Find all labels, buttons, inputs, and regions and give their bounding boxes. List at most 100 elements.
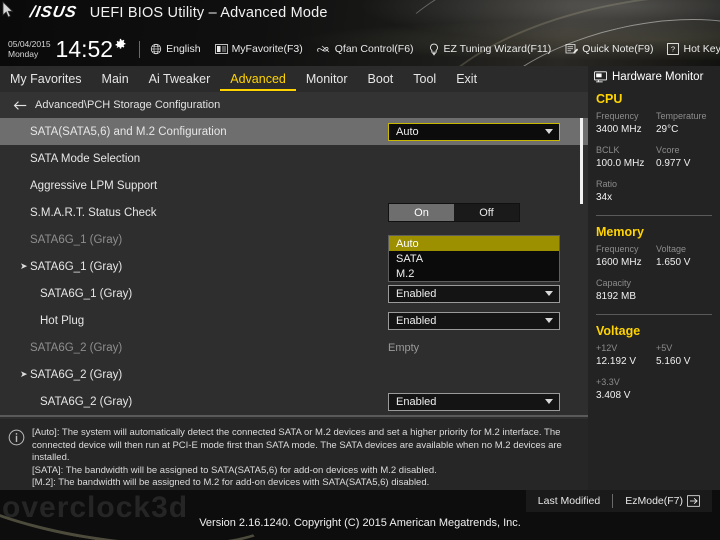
note-pencil-icon: [565, 44, 579, 54]
toolbar-divider: [139, 40, 141, 58]
setting-label: SATA Mode Selection: [30, 152, 141, 165]
setting-row-smart-status-check[interactable]: S.M.A.R.T. Status Check On Off: [0, 199, 588, 226]
page-title: UEFI BIOS Utility – Advanced Mode: [89, 5, 328, 21]
help-text: [Auto]: The system will automatically de…: [32, 419, 588, 490]
smart-toggle-wrap: On Off: [388, 203, 520, 222]
sata-m2-config-select[interactable]: Auto: [388, 122, 560, 141]
tab-advanced[interactable]: Advanced: [220, 67, 296, 91]
header-bar: /ISUS UEFI BIOS Utility – Advanced Mode …: [0, 0, 720, 66]
hw-key: Voltage: [656, 244, 687, 254]
dropdown-option-auto[interactable]: Auto: [389, 236, 559, 251]
last-modified-button[interactable]: Last Modified: [526, 490, 612, 512]
hw-value: 8192 MB: [596, 291, 637, 302]
dropdown-option-m2[interactable]: M.2: [389, 266, 559, 281]
weekday-text: Monday: [8, 49, 39, 59]
hw-key: +5V: [656, 343, 673, 353]
setting-label: SATA6G_2 (Gray): [30, 341, 123, 354]
help-line: [Auto]: The system will automatically de…: [32, 427, 561, 438]
version-text: Version 2.16.1240. Copyright (C) 2015 Am…: [199, 517, 521, 529]
hw-cell: BCLK 100.0 MHz: [596, 144, 656, 171]
toolbar-item-hot-keys[interactable]: ? Hot Keys: [667, 43, 720, 55]
setting-row-sata-m2-configuration[interactable]: SATA(SATA5,6) and M.2 Configuration Auto: [0, 118, 588, 145]
toolbar-item-quick-note[interactable]: Quick Note(F9): [565, 43, 653, 55]
hw-value: 3.408 V: [596, 390, 631, 401]
hw-value: 34x: [596, 192, 613, 203]
tab-ai-tweaker[interactable]: Ai Tweaker: [139, 66, 221, 92]
hardware-monitor-title: Hardware Monitor: [588, 66, 720, 83]
help-line: connected device will then run at PCI-E …: [32, 439, 562, 464]
hw-cell: Vcore 0.977 V: [656, 144, 716, 171]
setting-row-aggressive-lpm-support[interactable]: Aggressive LPM Support: [0, 172, 588, 199]
sata-m2-config-dropdown-menu[interactable]: Auto SATA M.2: [388, 235, 560, 282]
toolbar-item-myfavorite[interactable]: MyFavorite(F3): [214, 43, 303, 55]
select-value: Enabled: [396, 314, 437, 327]
toggle-option-on[interactable]: On: [389, 204, 454, 221]
setting-row-sata6g2-submenu[interactable]: ➤ SATA6G_2 (Gray): [0, 361, 588, 388]
breadcrumb: Advanced\PCH Storage Configuration: [0, 92, 588, 118]
help-panel: [Auto]: The system will automatically de…: [0, 419, 588, 490]
brand: /ISUS UEFI BIOS Utility – Advanced Mode: [29, 4, 328, 21]
hw-key: +12V: [596, 343, 618, 353]
setting-label: SATA6G_1 (Gray): [30, 233, 123, 246]
smart-status-toggle[interactable]: On Off: [388, 203, 520, 222]
toolbar-label: Hot Keys: [683, 43, 720, 55]
hw-key: Vcore: [656, 145, 680, 155]
toolbar-item-english[interactable]: English: [150, 43, 201, 55]
select-value: Enabled: [396, 287, 437, 300]
toolbar-label: EZ Tuning Wizard(F11): [443, 43, 552, 55]
hw-cell: Capacity 8192 MB: [596, 277, 656, 304]
lightbulb-icon: [429, 43, 438, 55]
setting-label: SATA6G_2 (Gray): [30, 368, 123, 381]
tab-monitor[interactable]: Monitor: [296, 66, 358, 92]
toggle-option-off[interactable]: Off: [454, 204, 519, 221]
date-block: 05/04/2015 Monday: [8, 39, 56, 59]
hw-row: Capacity 8192 MB: [588, 277, 720, 304]
setting-label: SATA6G_1 (Gray): [30, 260, 123, 273]
setting-row-sata-mode-selection[interactable]: SATA Mode Selection: [0, 145, 588, 172]
hw-cell: Voltage 1.650 V: [656, 243, 716, 270]
hw-row: BCLK 100.0 MHz Vcore 0.977 V: [588, 144, 720, 171]
setting-row-hot-plug[interactable]: Hot Plug Enabled: [0, 307, 588, 334]
ezmode-button[interactable]: EzMode(F7): [613, 490, 712, 512]
submenu-arrow-icon: ➤: [20, 261, 28, 271]
hw-row: Ratio 34x: [588, 178, 720, 205]
hw-key: Capacity: [596, 278, 632, 288]
hw-section-title-voltage: Voltage: [596, 324, 641, 338]
sata6g1-enable-select[interactable]: Enabled: [388, 284, 560, 303]
hw-value: 1600 MHz: [596, 257, 642, 268]
chevron-down-icon: [545, 399, 553, 404]
hw-cell: Temperature 29°C: [656, 110, 716, 137]
toolbar-item-qfan-control[interactable]: Qfan Control(F6): [316, 43, 414, 55]
tab-exit[interactable]: Exit: [446, 66, 487, 92]
setting-label: SATA(SATA5,6) and M.2 Configuration: [30, 125, 227, 138]
dropdown-option-sata[interactable]: SATA: [389, 251, 559, 266]
sata6g1-select-wrap: Enabled: [388, 284, 560, 303]
toolbar-item-ez-tuning-wizard[interactable]: EZ Tuning Wizard(F11): [428, 43, 552, 56]
submenu-arrow-icon: ➤: [20, 369, 28, 379]
clock-widget[interactable]: 05/04/2015 Monday 14:52: [8, 37, 127, 61]
tab-tool[interactable]: Tool: [403, 66, 446, 92]
hw-row: Frequency 1600 MHz Voltage 1.650 V: [588, 243, 720, 270]
setting-row-sata6g1-enable[interactable]: SATA6G_1 (Gray) Enabled: [0, 280, 588, 307]
settings-scrollbar-track[interactable]: [580, 118, 583, 415]
monitor-icon: [594, 71, 607, 83]
toolbar-label: MyFavorite(F3): [231, 43, 303, 55]
setting-label: SATA6G_1 (Gray): [40, 287, 133, 300]
date-text: 05/04/2015: [8, 39, 51, 49]
tab-boot[interactable]: Boot: [358, 66, 404, 92]
setting-row-sata6g2-enable[interactable]: SATA6G_2 (Gray) Enabled: [0, 388, 588, 415]
settings-scrollbar-thumb[interactable]: [580, 118, 583, 204]
back-arrow-icon[interactable]: [13, 100, 27, 111]
toolbar-label: Qfan Control(F6): [334, 43, 414, 55]
exit-arrow-icon: [687, 495, 700, 507]
hw-section-title-cpu: CPU: [596, 92, 623, 106]
mouse-cursor-icon: [2, 1, 14, 18]
tab-my-favorites[interactable]: My Favorites: [0, 66, 92, 92]
tab-main[interactable]: Main: [92, 66, 139, 92]
gear-icon[interactable]: [114, 38, 127, 51]
hot-plug-select[interactable]: Enabled: [388, 311, 560, 330]
sata6g2-enable-select[interactable]: Enabled: [388, 392, 560, 411]
